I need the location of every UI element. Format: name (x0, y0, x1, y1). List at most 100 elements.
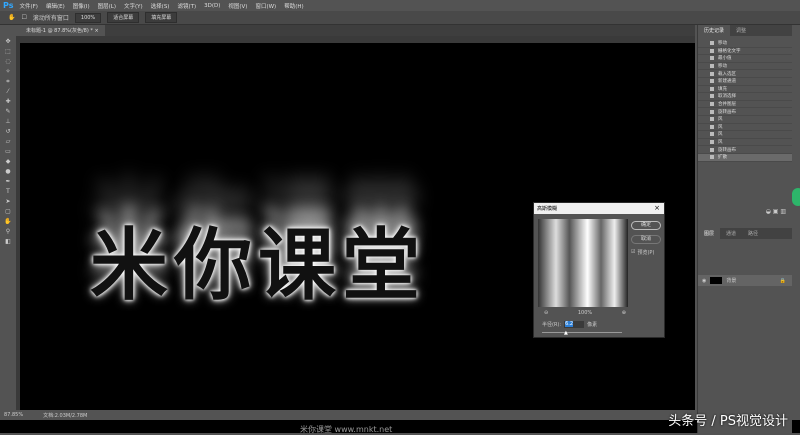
history-state-icon (710, 71, 714, 76)
tab-paths[interactable]: 路径 (742, 228, 764, 239)
eraser-icon[interactable]: ▱ (4, 138, 12, 146)
tab-channels[interactable]: 通道 (720, 228, 742, 239)
menu-layer[interactable]: 图层(L) (98, 2, 116, 10)
radius-input[interactable]: 6.2 (564, 321, 585, 328)
menu-edit[interactable]: 编辑(E) (46, 2, 65, 10)
healing-brush-icon[interactable]: ✚ (4, 98, 12, 106)
brush-tool-icon[interactable]: ✎ (4, 108, 12, 116)
new-snapshot-icon[interactable]: ◒ (766, 208, 771, 215)
dialog-titlebar: 高斯模糊 × (534, 203, 664, 214)
shape-tool-icon[interactable]: ▢ (4, 208, 12, 216)
history-state-icon (710, 109, 714, 114)
watermark-site: 米你课堂 www.mnkt.net (300, 425, 393, 434)
cancel-button[interactable]: 取消 (631, 235, 661, 244)
zoom-out-icon[interactable]: ⊖ (544, 310, 548, 316)
history-item[interactable]: 移动 (698, 40, 792, 48)
history-item[interactable]: 旋转画布 (698, 146, 792, 154)
menu-file[interactable]: 文件(F) (19, 2, 37, 10)
blur-icon[interactable]: ◆ (4, 158, 12, 166)
close-icon[interactable]: × (654, 204, 660, 212)
history-item[interactable]: 风 (698, 116, 792, 124)
history-item-label: 载入选区 (718, 71, 736, 77)
history-item[interactable]: 新建通道 (698, 78, 792, 86)
blur-preview[interactable] (538, 219, 628, 307)
magic-wand-icon[interactable]: ✧ (4, 68, 12, 76)
dodge-icon[interactable]: ● (4, 168, 12, 176)
lasso-tool-icon[interactable]: ◌ (4, 58, 12, 66)
eye-icon[interactable]: ◉ (702, 278, 706, 284)
history-state-icon (710, 94, 714, 99)
menu-type[interactable]: 文字(Y) (124, 2, 143, 10)
history-item[interactable]: 最小值 (698, 55, 792, 63)
history-item[interactable]: 合并图层 (698, 101, 792, 109)
slider-handle[interactable]: ▲ (564, 330, 568, 336)
ok-button[interactable]: 确定 (631, 221, 661, 230)
menu-3d[interactable]: 3D(D) (204, 3, 220, 9)
menu-bar: Ps 文件(F) 编辑(E) 图像(I) 图层(L) 文字(Y) 选择(S) 滤… (0, 0, 800, 11)
history-item-label: 扩散 (718, 155, 727, 161)
scroll-all-checkbox[interactable]: ☐ (21, 14, 26, 21)
history-item[interactable]: 风 (698, 124, 792, 132)
layer-controls (698, 239, 792, 275)
history-item[interactable]: 旋转画布 (698, 108, 792, 116)
menu-help[interactable]: 帮助(H) (284, 2, 303, 10)
zoom-level[interactable]: 87.85% (4, 412, 23, 418)
eyedropper-icon[interactable]: ⁄ (4, 88, 12, 96)
preview-option: ☑ 预览(P) (631, 249, 654, 256)
path-select-icon[interactable]: ➤ (4, 198, 12, 206)
document-tabs: 未标题-1 @ 87.8%(灰色/8) * × (20, 25, 695, 36)
history-item[interactable]: 风 (698, 139, 792, 147)
preview-checkbox[interactable]: ☑ (631, 249, 635, 256)
zoom-in-icon[interactable]: ⊕ (622, 310, 626, 316)
menu-image[interactable]: 图像(I) (73, 2, 90, 10)
history-item[interactable]: 填充 (698, 86, 792, 94)
move-tool-icon[interactable]: ✥ (4, 38, 12, 46)
history-item-label: 旋转画布 (718, 147, 736, 153)
hand-icon[interactable]: ✋ (4, 218, 12, 226)
layer-name: 背景 (726, 278, 737, 284)
color-swatch-icon[interactable]: ◧ (4, 238, 12, 246)
document-tab[interactable]: 未标题-1 @ 87.8%(灰色/8) * × (20, 25, 105, 36)
history-state-icon (710, 140, 714, 145)
history-item[interactable]: 取消选择 (698, 93, 792, 101)
camera-icon[interactable]: ▣ (773, 208, 779, 215)
history-item-label: 风 (718, 140, 723, 146)
menu-filter[interactable]: 滤镜(T) (177, 2, 196, 10)
pen-icon[interactable]: ✒ (4, 178, 12, 186)
fit-screen-button[interactable]: 适合屏幕 (107, 12, 140, 23)
history-state-icon (710, 124, 714, 129)
menu-select[interactable]: 选择(S) (151, 2, 170, 10)
radius-slider[interactable]: ▲ (542, 330, 622, 336)
photoshop-logo: Ps (3, 1, 14, 10)
zoom-100-button[interactable]: 100% (74, 12, 102, 23)
fill-screen-button[interactable]: 填充屏幕 (145, 12, 178, 23)
history-item[interactable]: 移动 (698, 63, 792, 71)
history-brush-icon[interactable]: ↺ (4, 128, 12, 136)
history-item[interactable]: 风 (698, 131, 792, 139)
type-tool-icon[interactable]: T (4, 188, 12, 196)
marquee-tool-icon[interactable]: ⬚ (4, 48, 12, 56)
right-panels: 历史记录 调整 移动 栅格化文字 最小值 移动 载入选区 新建通道 填充 取消选… (697, 25, 792, 433)
floating-badge[interactable] (792, 188, 800, 206)
history-item-label: 风 (718, 132, 723, 138)
menu-window[interactable]: 窗口(W) (255, 2, 276, 10)
history-item-label: 取消选择 (718, 94, 736, 100)
preview-zoom-level: 100% (577, 310, 593, 316)
layer-row[interactable]: ◉ 背景 🔒 (698, 275, 792, 286)
trash-icon[interactable]: ▥ (780, 208, 786, 215)
history-item-label: 最小值 (718, 56, 732, 62)
radius-row: 半径(R): 6.2 像素 (542, 321, 597, 328)
tab-adjustments[interactable]: 调整 (730, 25, 752, 36)
history-item[interactable]: 载入选区 (698, 70, 792, 78)
tab-layers[interactable]: 图层 (698, 228, 721, 239)
history-item-selected[interactable]: 扩散 (698, 153, 792, 162)
gradient-icon[interactable]: ▭ (4, 148, 12, 156)
stamp-tool-icon[interactable]: ⊥ (4, 118, 12, 126)
tab-history[interactable]: 历史记录 (698, 25, 731, 36)
history-item[interactable]: 栅格化文字 (698, 48, 792, 56)
menu-view[interactable]: 视图(V) (228, 2, 247, 10)
hand-tool-icon[interactable]: ✋ (8, 14, 15, 21)
crop-tool-icon[interactable]: ⌗ (4, 78, 12, 86)
options-bar: ✋ ☐ 滚动所有窗口 100% 适合屏幕 填充屏幕 (0, 11, 800, 25)
zoom-icon[interactable]: ⚲ (4, 228, 12, 236)
